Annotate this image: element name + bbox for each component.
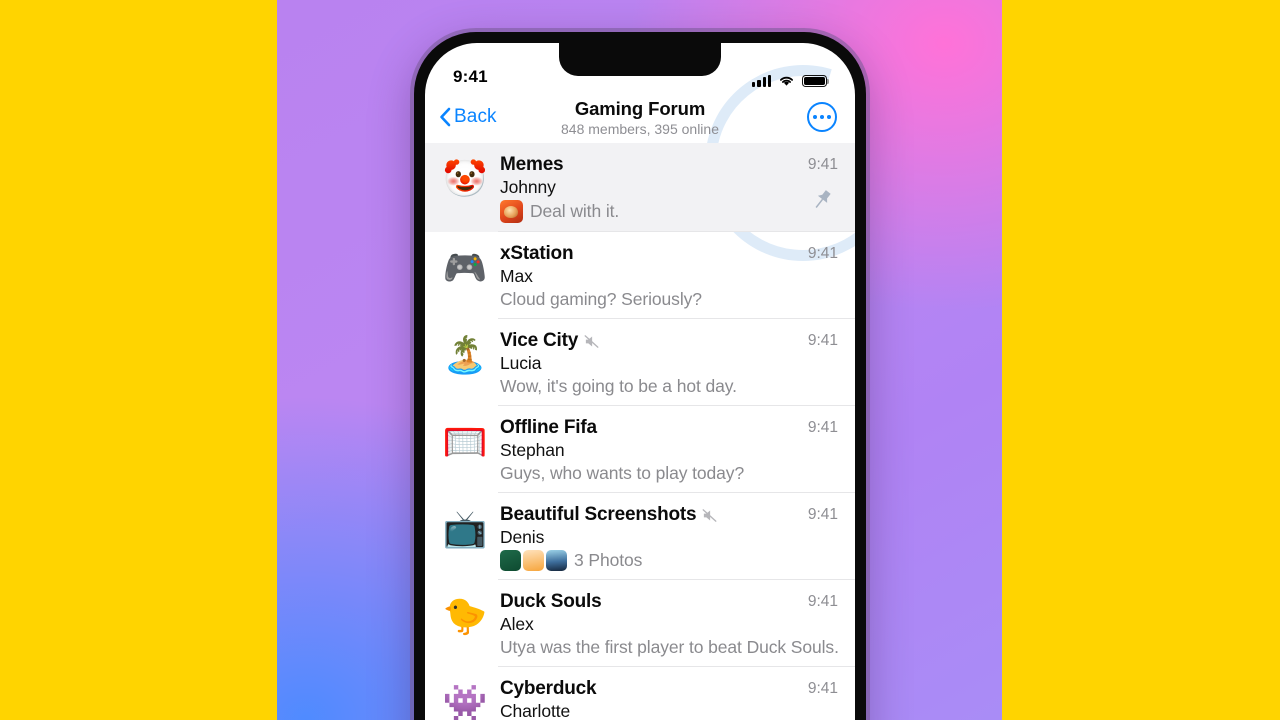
chat-message: Utya was the first player to beat Duck S… (500, 637, 838, 657)
clown-face-emoji: 🤡 (442, 159, 488, 200)
chat-title: Memes (500, 154, 564, 175)
chevron-left-icon (440, 107, 451, 127)
chat-message: Guys, who wants to play today? (500, 463, 745, 483)
chat-list-item[interactable]: 🤡 Memes Johnny Deal with it. 9:41 (425, 143, 855, 232)
chat-message: Cloud gaming? Seriously? (500, 289, 702, 309)
chat-item-header: Cyberduck (500, 678, 838, 700)
chat-time: 9:41 (807, 506, 838, 523)
dot (820, 115, 824, 119)
chat-list-item[interactable]: 🏝️ Vice City Lucia Wow, it's going to be a … (425, 319, 855, 406)
chat-item-body: Duck Souls Alex Utya was the first player … (500, 589, 838, 658)
chat-time: 9:41 (807, 419, 838, 436)
chat-message-row: Guys, who wants to play today? (500, 463, 838, 484)
chat-sender: Charlotte (500, 701, 571, 720)
chat-message: Deal with it. (530, 201, 620, 221)
baby-chick-emoji: 🐤 (442, 596, 488, 637)
chat-message-row: Cloud gaming? Seriously? (500, 289, 838, 310)
mute-icon (584, 334, 599, 348)
chat-list-item[interactable]: 🥅 Offline Fifa Stephan Guys, who wants to p… (425, 406, 855, 493)
phone-screen: 9:41 Back Gaming Forum 848 members, 395 … (425, 43, 855, 720)
chat-time: 9:41 (807, 593, 838, 610)
chat-list-item[interactable]: 🐤 Duck Souls Alex Utya was the first player… (425, 580, 855, 667)
pushpin-icon (815, 190, 831, 208)
nav-bar: Back Gaming Forum 848 members, 395 onlin… (425, 91, 855, 143)
chat-title: Vice City (500, 330, 579, 351)
chat-item-body: xStation Max Cloud gaming? Seriously? (500, 241, 838, 310)
phone-frame: 9:41 Back Gaming Forum 848 members, 395 … (414, 32, 866, 720)
sticker-thumbnail (500, 200, 523, 223)
status-icons (752, 74, 830, 87)
chat-sender: Johnny (500, 177, 556, 197)
wifi-icon (780, 76, 793, 86)
video-game-controller-emoji: 🎮 (442, 248, 488, 289)
alien-monster-emoji: 👾 (442, 683, 488, 720)
chat-title: Offline Fifa (500, 417, 597, 438)
chat-title: Beautiful Screenshots (500, 504, 697, 525)
chat-item-header: Offline Fifa (500, 417, 838, 439)
chat-title: Cyberduck (500, 678, 597, 699)
more-circle-icon[interactable] (807, 102, 837, 132)
chat-item-header: Vice City (500, 330, 838, 352)
chat-item-body: Memes Johnny Deal with it. (500, 152, 838, 223)
phone-notch (559, 43, 721, 76)
chat-message: 3 Photos (574, 550, 643, 570)
chat-message-row: Deal with it. (500, 200, 838, 223)
battery-full-icon (802, 74, 830, 87)
chat-sender: Lucia (500, 353, 542, 373)
chat-item-header: xStation (500, 243, 838, 265)
left-yellow-band (0, 0, 277, 720)
chat-message-row: Wow, it's going to be a hot day. (500, 376, 838, 397)
back-label: Back (454, 106, 497, 127)
cellular-bars-icon (752, 75, 771, 87)
back-button[interactable]: Back (439, 106, 497, 128)
chat-message: Wow, it's going to be a hot day. (500, 376, 737, 396)
desert-island-emoji: 🏝️ (442, 335, 488, 376)
chat-title: Duck Souls (500, 591, 602, 612)
chat-sender: Stephan (500, 440, 565, 460)
chat-item-body: Cyberduck Charlotte (500, 676, 838, 720)
chat-list-item[interactable]: 🎮 xStation Max Cloud gaming? Seriously? 9:41 (425, 232, 855, 319)
chat-title: xStation (500, 243, 574, 264)
chat-list-item[interactable]: 📺 Beautiful Screenshots Denis 3 Photos 9:41 (425, 493, 855, 580)
chat-item-header: Duck Souls (500, 591, 838, 613)
mute-icon (702, 508, 717, 522)
chat-message-row: 3 Photos (500, 550, 838, 571)
chat-item-body: Offline Fifa Stephan Guys, who wants to pl… (500, 415, 838, 484)
chat-item-header: Memes (500, 154, 838, 176)
chat-time: 9:41 (807, 245, 838, 262)
chat-time: 9:41 (807, 156, 838, 173)
chat-sender: Denis (500, 527, 545, 547)
goal-net-emoji: 🥅 (442, 422, 488, 463)
chat-time: 9:41 (807, 680, 838, 697)
chat-message-row: Utya was the first player to beat Duck S… (500, 637, 838, 658)
chat-time: 9:41 (807, 332, 838, 349)
status-time: 9:41 (453, 67, 488, 86)
chat-sender: Max (500, 266, 533, 286)
chat-item-header: Beautiful Screenshots (500, 504, 838, 526)
dot (813, 115, 817, 119)
chat-sender: Alex (500, 614, 534, 634)
chat-item-body: Vice City Lucia Wow, it's going to be a ho… (500, 328, 838, 397)
television-emoji: 📺 (442, 509, 488, 550)
chat-list[interactable]: 🤡 Memes Johnny Deal with it. 9:41 🎮 xStation Ma… (425, 143, 855, 720)
right-yellow-band (1002, 0, 1280, 720)
dot (827, 115, 831, 119)
chat-item-body: Beautiful Screenshots Denis 3 Photos (500, 502, 838, 571)
photo-thumbnails (500, 550, 567, 571)
chat-list-item[interactable]: 👾 Cyberduck Charlotte 9:41 (425, 667, 855, 720)
